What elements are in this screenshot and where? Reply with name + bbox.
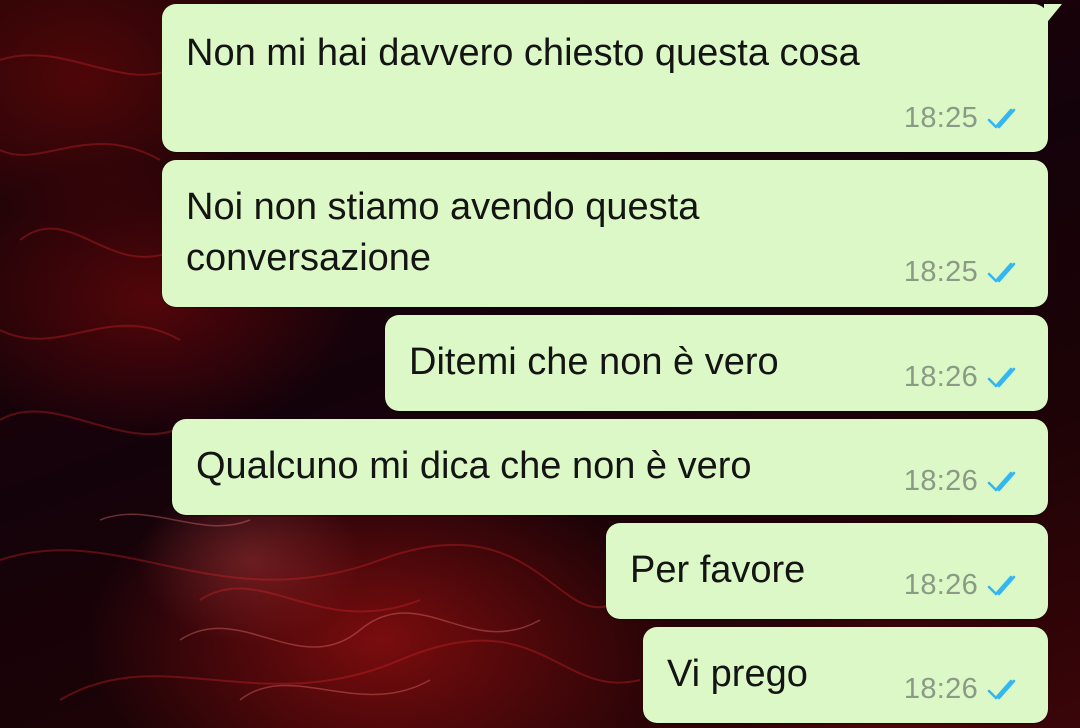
message-meta: 18:26 [904,465,1026,498]
message-bubble[interactable]: Ditemi che non è vero 18:26 [385,315,1048,411]
message-time: 18:25 [903,102,978,134]
double-check-read-icon [987,471,1016,491]
chat-message-list[interactable]: Non mi hai davvero chiesto questa cosa 1… [0,0,1080,728]
double-check-read-icon [987,108,1016,128]
message-meta: 18:25 [904,256,1026,289]
double-check-read-icon [987,367,1016,387]
double-check-read-icon [987,679,1016,699]
message-bubble[interactable]: Noi non stiamo avendo questa conversazio… [162,160,1048,307]
message-time: 18:26 [903,673,978,705]
message-time: 18:26 [903,569,978,601]
message-time: 18:26 [903,465,978,497]
message-text-line-2: conversazione [186,237,432,279]
message-text-line-1: Noi non stiamo avendo questa [186,186,700,228]
double-check-read-icon [987,262,1016,282]
message-text: Per favore [630,549,806,591]
message-time: 18:26 [903,361,978,393]
message-bubble[interactable]: Per favore 18:26 [606,523,1048,619]
message-meta: 18:26 [904,361,1026,394]
message-meta: 18:26 [904,673,1026,706]
double-check-read-icon [987,575,1016,595]
message-bubble[interactable]: Non mi hai davvero chiesto questa cosa 1… [162,4,1062,152]
message-bubble[interactable]: Vi prego 18:26 [643,627,1048,723]
bubble-tail [1044,4,1062,26]
message-time: 18:25 [903,256,978,288]
message-text: Qualcuno mi dica che non è vero [196,445,752,487]
message-meta: 18:25 [904,102,1026,135]
message-meta: 18:26 [904,569,1026,602]
message-text: Ditemi che non è vero [409,341,779,383]
message-bubble[interactable]: Qualcuno mi dica che non è vero 18:26 [172,419,1048,515]
message-text: Vi prego [667,653,808,695]
message-text: Non mi hai davvero chiesto questa cosa [186,32,860,74]
